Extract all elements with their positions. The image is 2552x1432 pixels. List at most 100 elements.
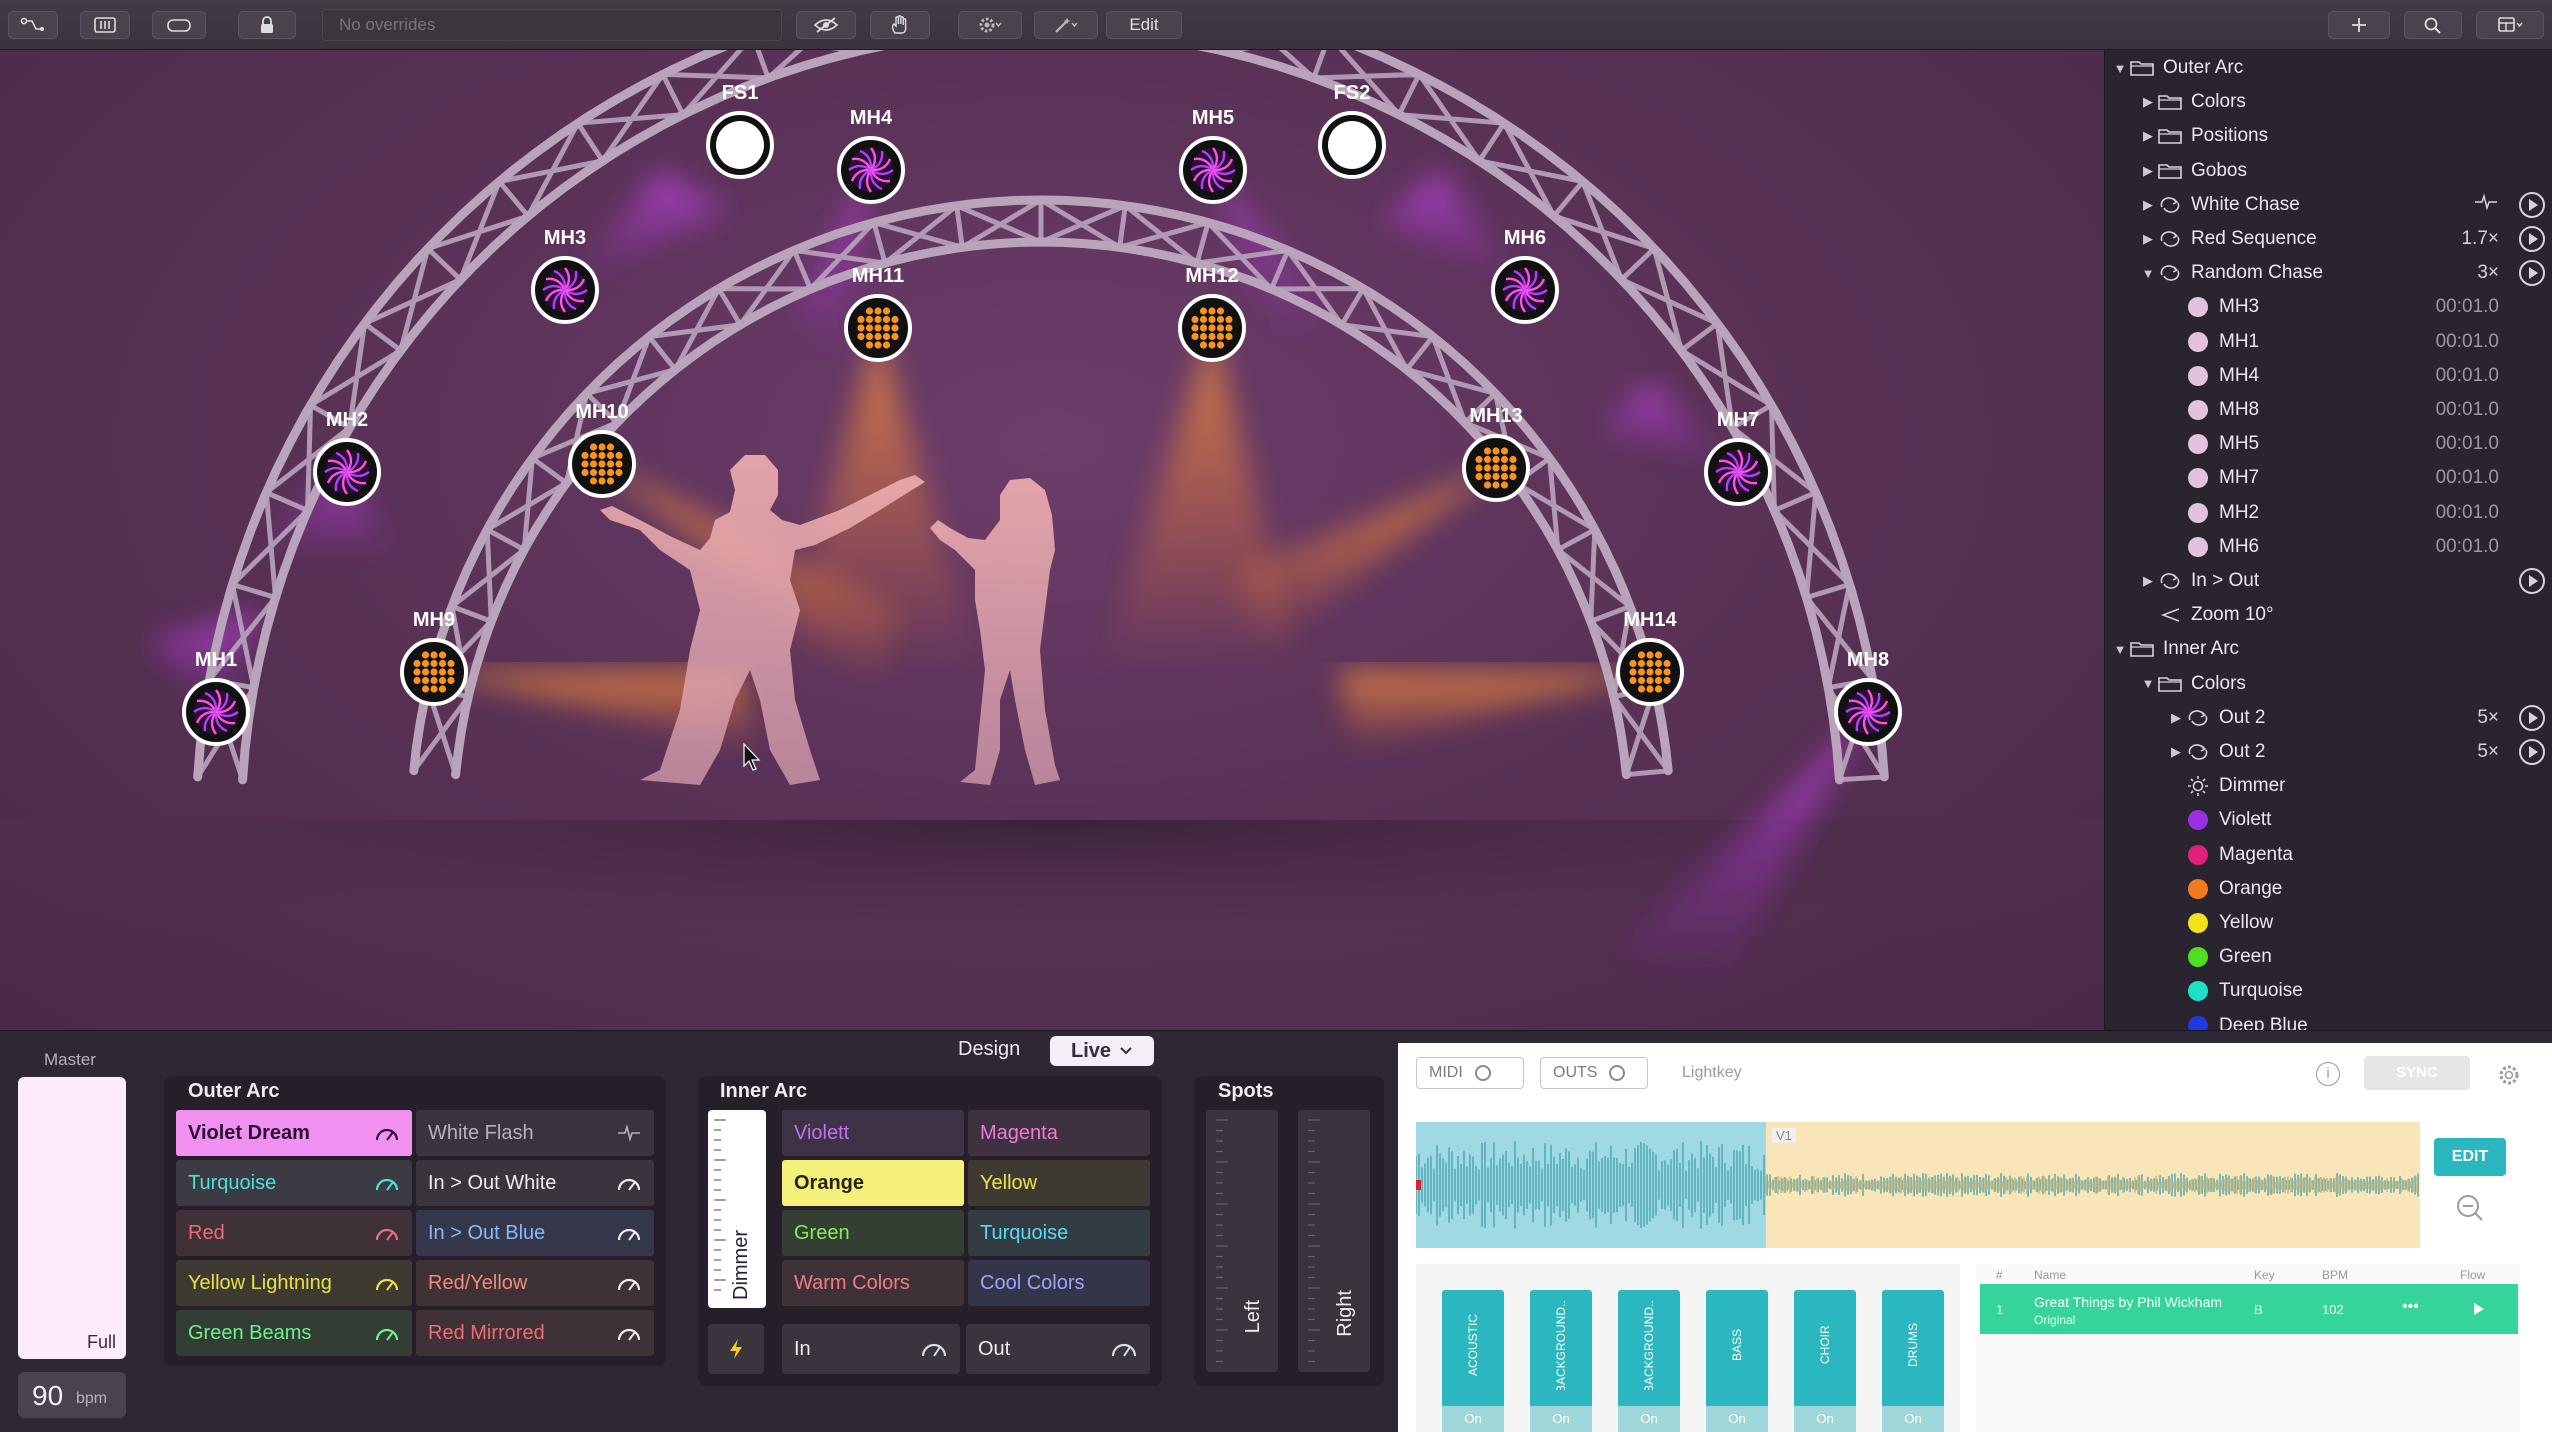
outline-row[interactable]: ▼ Inner Arc xyxy=(2105,632,2552,666)
fixture-button[interactable] xyxy=(152,11,206,39)
inner-cue-button[interactable]: Orange xyxy=(782,1160,964,1206)
outer-cue-button[interactable]: Turquoise xyxy=(176,1160,412,1206)
layout-button[interactable] xyxy=(2476,11,2544,39)
live-mode-button[interactable]: Live xyxy=(1050,1036,1154,1066)
edit-button[interactable]: Edit xyxy=(1106,11,1182,39)
stem-on-toggle[interactable]: On xyxy=(1882,1406,1944,1432)
gear-icon[interactable] xyxy=(2496,1062,2522,1088)
outline-row[interactable]: MH2 00:01.0 xyxy=(2105,496,2552,530)
outs-toggle[interactable]: OUTS xyxy=(1540,1057,1648,1089)
outer-cue-button[interactable]: Green Beams xyxy=(176,1310,412,1356)
outline-row[interactable]: MH4 00:01.0 xyxy=(2105,359,2552,393)
fixture-mh13[interactable]: MH13 xyxy=(1462,405,1530,502)
outline-row[interactable]: Zoom 10° xyxy=(2105,598,2552,632)
fixture-mh11[interactable]: MH11 xyxy=(844,265,912,362)
fixture-mh4[interactable]: MH4 xyxy=(837,107,905,204)
hand-button[interactable] xyxy=(870,11,930,39)
stage-view[interactable]: FS1 FS2 MH1 MH2 MH3 MH4 MH5 MH6 MH7 MH8 MH9 MH10 MH1… xyxy=(0,50,2104,1030)
outline-row[interactable]: Green xyxy=(2105,940,2552,974)
outline-row[interactable]: Violett xyxy=(2105,803,2552,837)
outer-cue-button[interactable]: Yellow Lightning xyxy=(176,1260,412,1306)
outline-row[interactable]: ▶ White Chase xyxy=(2105,188,2552,222)
more-icon[interactable]: ••• xyxy=(2402,1298,2419,1316)
disclosure-closed-icon[interactable]: ▶ xyxy=(2139,231,2157,247)
play-circle-icon[interactable] xyxy=(2519,739,2545,765)
outer-cue-button[interactable]: Red Mirrored xyxy=(416,1310,654,1356)
override-field[interactable]: No overrides xyxy=(322,9,782,41)
fixture-mh5[interactable]: MH5 xyxy=(1179,107,1247,204)
outline-row[interactable]: ▶ Positions xyxy=(2105,119,2552,153)
routing-button[interactable] xyxy=(8,11,58,39)
stem-on-toggle[interactable]: On xyxy=(1530,1406,1592,1432)
outline-row[interactable]: ▶ Red Sequence 1.7× xyxy=(2105,222,2552,256)
spot-right-fader[interactable]: Right xyxy=(1298,1110,1370,1372)
fixture-mh10[interactable]: MH10 xyxy=(568,401,636,498)
stem-on-toggle[interactable]: On xyxy=(1442,1406,1504,1432)
settings-menu-button[interactable] xyxy=(958,11,1022,39)
inner-cue-button[interactable]: Warm Colors xyxy=(782,1260,964,1306)
master-fader[interactable]: Full xyxy=(18,1077,126,1359)
disclosure-open-icon[interactable]: ▼ xyxy=(2139,676,2157,691)
disclosure-closed-icon[interactable]: ▶ xyxy=(2139,128,2157,144)
stem-channel[interactable]: BACKGROUND... On xyxy=(1618,1290,1680,1432)
outer-cue-button[interactable]: Violet Dream xyxy=(176,1110,412,1156)
stem-channel[interactable]: CHOIR On xyxy=(1794,1290,1856,1432)
inner-cue-button[interactable]: Magenta xyxy=(968,1110,1150,1156)
outline-row[interactable]: Deep Blue xyxy=(2105,1009,2552,1030)
outline-row[interactable]: MH3 00:01.0 xyxy=(2105,290,2552,324)
flash-button[interactable] xyxy=(708,1324,764,1374)
outline-row[interactable]: MH8 00:01.0 xyxy=(2105,393,2552,427)
fixture-mh14[interactable]: MH14 xyxy=(1616,609,1684,706)
search-button[interactable] xyxy=(2404,11,2462,39)
edit-waveform-button[interactable]: EDIT xyxy=(2434,1138,2506,1176)
disclosure-closed-icon[interactable]: ▶ xyxy=(2167,744,2185,760)
inner-cue-button[interactable]: Violett xyxy=(782,1110,964,1156)
bpm-display[interactable]: 90 bpm xyxy=(18,1372,126,1418)
info-icon[interactable]: i xyxy=(2316,1062,2340,1086)
disclosure-closed-icon[interactable]: ▶ xyxy=(2167,710,2185,726)
effects-menu-button[interactable] xyxy=(1034,11,1098,39)
fixture-mh3[interactable]: MH3 xyxy=(531,227,599,324)
play-circle-icon[interactable] xyxy=(2519,191,2545,218)
app-link-label[interactable]: Lightkey xyxy=(1682,1064,1742,1082)
disclosure-open-icon[interactable]: ▼ xyxy=(2139,266,2157,281)
disclosure-closed-icon[interactable]: ▶ xyxy=(2139,163,2157,179)
disclosure-closed-icon[interactable]: ▶ xyxy=(2139,94,2157,110)
outline-row[interactable]: ▶ Out 2 5× xyxy=(2105,701,2552,735)
outline-row[interactable]: Orange xyxy=(2105,872,2552,906)
outer-cue-button[interactable]: Red xyxy=(176,1210,412,1256)
outline-row[interactable]: MH1 00:01.0 xyxy=(2105,325,2552,359)
fixture-mh8[interactable]: MH8 xyxy=(1834,649,1902,746)
outline-row[interactable]: ▶ In > Out xyxy=(2105,564,2552,598)
outline-row[interactable]: ▼ Random Chase 3× xyxy=(2105,256,2552,290)
inner-dimmer-fader[interactable]: Dimmer xyxy=(708,1110,766,1308)
in-effect-button[interactable]: In xyxy=(782,1324,960,1374)
outer-cue-button[interactable]: White Flash xyxy=(416,1110,654,1156)
outline-row[interactable]: Turquoise xyxy=(2105,974,2552,1008)
outline-row[interactable]: ▼ Outer Arc xyxy=(2105,51,2552,85)
spot-left-fader[interactable]: Left xyxy=(1206,1110,1278,1372)
stem-channel[interactable]: BASS On xyxy=(1706,1290,1768,1432)
outline-row[interactable]: MH5 00:01.0 xyxy=(2105,427,2552,461)
stem-channel[interactable]: DRUMS On xyxy=(1882,1290,1944,1432)
outer-cue-button[interactable]: In > Out Blue xyxy=(416,1210,654,1256)
fixture-fs2[interactable]: FS2 xyxy=(1318,82,1386,179)
visibility-button[interactable] xyxy=(796,11,856,39)
inner-cue-button[interactable]: Green xyxy=(782,1210,964,1256)
fixture-mh12[interactable]: MH12 xyxy=(1178,265,1246,362)
fixture-mh6[interactable]: MH6 xyxy=(1491,227,1559,324)
disclosure-closed-icon[interactable]: ▶ xyxy=(2139,573,2157,589)
play-circle-icon[interactable] xyxy=(2519,704,2545,731)
stem-on-toggle[interactable]: On xyxy=(1794,1406,1856,1432)
outline-row[interactable]: MH6 00:01.0 xyxy=(2105,530,2552,564)
disclosure-open-icon[interactable]: ▼ xyxy=(2111,61,2129,76)
play-circle-icon[interactable] xyxy=(2519,568,2545,594)
design-mode-label[interactable]: Design xyxy=(958,1038,1020,1061)
outer-cue-button[interactable]: In > Out White xyxy=(416,1160,654,1206)
zoom-out-icon[interactable] xyxy=(2454,1192,2486,1224)
sync-button[interactable]: SYNC xyxy=(2364,1056,2470,1090)
disclosure-open-icon[interactable]: ▼ xyxy=(2111,642,2129,657)
stem-on-toggle[interactable]: On xyxy=(1706,1406,1768,1432)
outer-cue-button[interactable]: Red/Yellow xyxy=(416,1260,654,1306)
outline-row[interactable]: Yellow xyxy=(2105,906,2552,940)
